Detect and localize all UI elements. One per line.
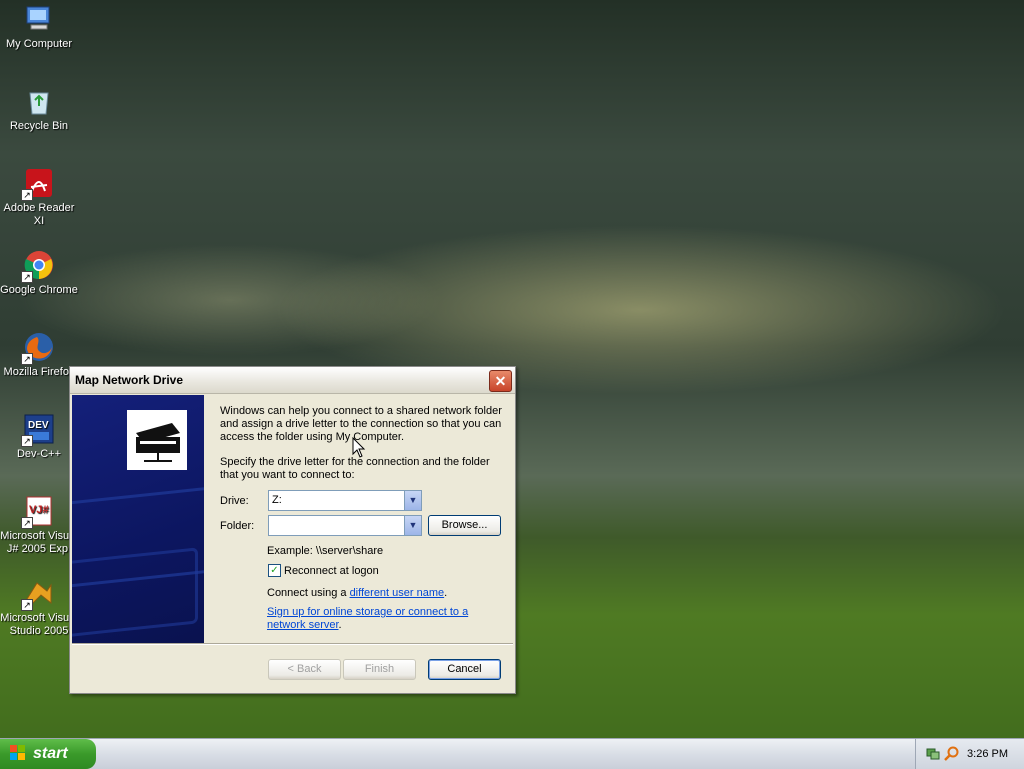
shortcut-arrow-icon: ↗ bbox=[21, 189, 33, 201]
desktop-icon-recycle-bin[interactable]: Recycle Bin bbox=[0, 85, 78, 133]
desktop-icon-my-computer[interactable]: My Computer bbox=[0, 3, 78, 51]
reconnect-checkbox[interactable]: ✓ bbox=[268, 564, 281, 577]
cancel-button[interactable]: Cancel bbox=[428, 659, 501, 680]
connect-suffix: . bbox=[444, 587, 448, 599]
desktop-icon-label: Adobe Reader XI bbox=[3, 202, 75, 227]
back-button[interactable]: < Back bbox=[268, 659, 341, 680]
map-network-drive-dialog: Map Network Drive ✕ Windows can help you… bbox=[69, 366, 516, 694]
network-tray-icon[interactable] bbox=[926, 746, 940, 763]
desktop-icon-adobe-reader[interactable]: ↗ Adobe Reader XI bbox=[0, 167, 78, 228]
chevron-down-icon[interactable]: ▼ bbox=[404, 491, 421, 510]
desktop: My Computer Recycle Bin ↗ Adobe Reader X… bbox=[0, 0, 1024, 738]
desktop-icon-visual-studio[interactable]: ↗ Microsoft Visual Studio 2005 bbox=[0, 577, 78, 638]
signup-text: Sign up for online storage or connect to… bbox=[267, 606, 487, 632]
mouse-cursor-icon bbox=[352, 436, 366, 462]
different-user-link[interactable]: different user name bbox=[350, 587, 445, 599]
desktop-icon-mozilla-firefox[interactable]: ↗ Mozilla Firefox bbox=[0, 331, 78, 379]
recycle-bin-icon bbox=[23, 85, 55, 117]
search-tray-icon[interactable] bbox=[944, 746, 960, 765]
my-computer-icon bbox=[23, 3, 55, 35]
desktop-icon-label: Google Chrome bbox=[0, 284, 78, 296]
dialog-title: Map Network Drive bbox=[75, 373, 184, 387]
reconnect-label[interactable]: Reconnect at logon bbox=[284, 565, 379, 577]
desktop-icon-label: Mozilla Firefox bbox=[3, 366, 75, 378]
dialog-titlebar[interactable]: Map Network Drive ✕ bbox=[70, 367, 515, 394]
signup-link[interactable]: Sign up for online storage or connect to… bbox=[267, 606, 468, 631]
desktop-icon-label: Dev-C++ bbox=[16, 448, 62, 460]
wizard-banner bbox=[72, 395, 204, 643]
browse-button[interactable]: Browse... bbox=[428, 515, 501, 536]
clock[interactable]: 3:26 PM bbox=[967, 748, 1008, 760]
signup-suffix: . bbox=[338, 619, 342, 631]
example-text: Example: \\server\share bbox=[267, 545, 384, 557]
shortcut-arrow-icon: ↗ bbox=[21, 435, 33, 447]
desktop-icon-label: My Computer bbox=[5, 38, 73, 50]
folder-input[interactable]: ▼ bbox=[268, 515, 422, 536]
start-button[interactable]: start bbox=[0, 739, 96, 769]
footer-divider bbox=[72, 643, 513, 645]
desktop-icon-google-chrome[interactable]: ↗ Google Chrome bbox=[0, 249, 78, 297]
connect-using-text: Connect using a different user name. bbox=[267, 587, 447, 599]
chrome-icon: ↗ bbox=[21, 249, 55, 283]
drive-value: Z: bbox=[272, 494, 282, 506]
svg-text:DEV: DEV bbox=[28, 420, 49, 431]
visual-studio-icon: ↗ bbox=[21, 577, 55, 611]
finish-button[interactable]: Finish bbox=[343, 659, 416, 680]
network-drive-icon bbox=[127, 410, 187, 470]
desktop-icon-dev-cpp[interactable]: DEV ↗ Dev-C++ bbox=[0, 413, 78, 461]
shortcut-arrow-icon: ↗ bbox=[21, 517, 33, 529]
close-button[interactable]: ✕ bbox=[489, 370, 512, 392]
shortcut-arrow-icon: ↗ bbox=[21, 353, 33, 365]
svg-text:VJ#: VJ# bbox=[29, 504, 49, 516]
visual-jsharp-icon: VJ# ↗ bbox=[21, 495, 55, 529]
desktop-icon-label: Recycle Bin bbox=[9, 120, 69, 132]
shortcut-arrow-icon: ↗ bbox=[21, 599, 33, 611]
dev-cpp-icon: DEV ↗ bbox=[21, 413, 55, 447]
taskbar: start 3:26 PM bbox=[0, 738, 1024, 769]
drive-select[interactable]: Z: ▼ bbox=[268, 490, 422, 511]
close-icon: ✕ bbox=[494, 373, 507, 389]
firefox-icon: ↗ bbox=[21, 331, 55, 365]
folder-label: Folder: bbox=[220, 520, 255, 532]
desktop-icon-label: Microsoft Visual Studio 2005 bbox=[0, 612, 78, 637]
shortcut-arrow-icon: ↗ bbox=[21, 271, 33, 283]
desktop-icon-visual-jsharp[interactable]: VJ# ↗ Microsoft Visual J# 2005 Exp. bbox=[0, 495, 78, 556]
windows-logo-icon bbox=[10, 745, 26, 761]
system-tray: 3:26 PM bbox=[915, 739, 1024, 769]
connect-prefix: Connect using a bbox=[267, 587, 350, 599]
start-label: start bbox=[33, 745, 68, 762]
desktop-icon-label: Microsoft Visual J# 2005 Exp. bbox=[0, 530, 78, 555]
chevron-down-icon[interactable]: ▼ bbox=[404, 516, 421, 535]
drive-label: Drive: bbox=[220, 495, 249, 507]
adobe-reader-icon: ↗ bbox=[21, 167, 55, 201]
